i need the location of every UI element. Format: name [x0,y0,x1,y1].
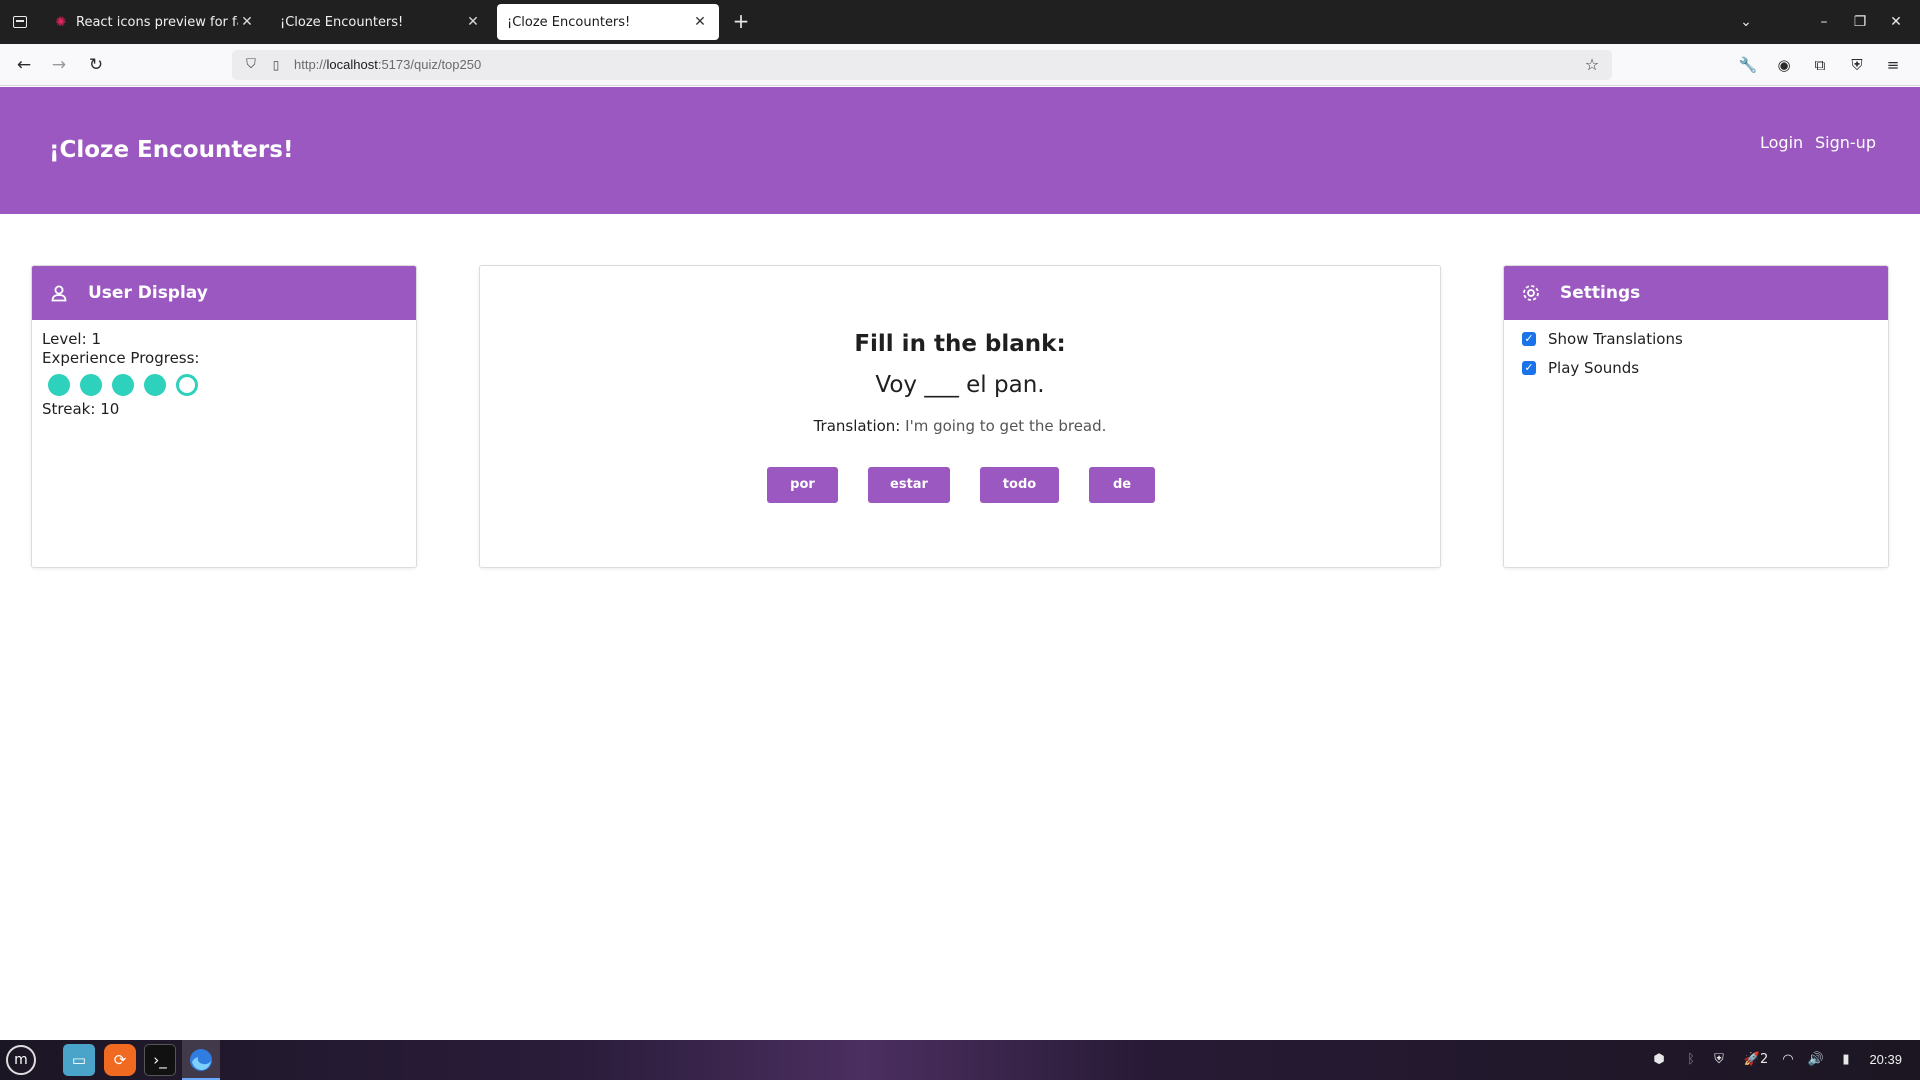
progress-dot-filled [48,374,70,396]
os-taskbar: m ▭ ⟳ ›_ ⬢ ᛒ ⛨ 🚀2 ◠ 🔊 ▮ 20:39 [0,1040,1920,1080]
quiz-card: Fill in the blank: Voy ___ el pan. Trans… [479,265,1441,568]
window-close-icon[interactable]: ✕ [1882,8,1910,36]
level-value: 1 [91,330,101,348]
quiz-title: Fill in the blank: [854,331,1066,357]
chevron-down-icon[interactable]: ⌄ [1732,8,1760,36]
app-header: ¡Cloze Encounters! Login Sign-up [0,87,1920,214]
progress-dot-filled [112,374,134,396]
clock[interactable]: 20:39 [1869,1050,1902,1070]
bitwarden-icon[interactable]: ⛨ [1845,53,1869,77]
terminal-icon[interactable]: ›_ [144,1044,176,1076]
restore-icon[interactable]: ❐ [1846,8,1874,36]
progress-label: Experience Progress: [42,349,200,367]
account-icon[interactable]: ◉ [1772,53,1796,77]
bookmark-star-icon[interactable]: ☆ [1582,55,1602,75]
translation-value: I'm going to get the bread. [905,417,1107,435]
progress-dot-filled [144,374,166,396]
quiz-translation: Translation: I'm going to get the bread. [480,417,1440,435]
translation-label: Translation: [813,417,901,435]
reload-icon[interactable]: ↻ [82,52,110,78]
close-icon[interactable]: ✕ [691,14,709,30]
browser-nav-bar: ← → ↻ ⛉ ▯ http://localhost:5173/quiz/top… [0,44,1920,86]
browser-tab-cloze-active[interactable]: ¡Cloze Encounters! ✕ [497,4,719,40]
bluetooth-icon[interactable]: ᛒ [1680,1050,1702,1070]
user-display-header: User Display [32,266,416,320]
files-icon[interactable]: ▭ [63,1044,95,1076]
browser-tab-cloze-1[interactable]: ¡Cloze Encounters! ✕ [270,4,492,40]
answer-button-de[interactable]: de [1089,467,1155,503]
streak-label: Streak: [42,400,96,418]
progress-dot-empty [176,374,198,396]
streak-row: Streak: 10 [42,400,406,419]
notification-count: 2 [1759,1052,1769,1067]
setting-label: Show Translations [1548,329,1683,348]
url-bar[interactable]: ⛉ ▯ http://localhost:5173/quiz/top250 ☆ [232,50,1612,80]
setting-label: Play Sounds [1548,358,1640,377]
answer-button-estar[interactable]: estar [868,467,950,503]
signup-link[interactable]: Sign-up [1815,133,1876,152]
gear-icon [1520,282,1542,304]
tab-title: React icons preview for fa [76,14,238,30]
volume-icon[interactable]: 🔊 [1805,1050,1827,1070]
react-icon: ✺ [55,14,67,30]
answer-button-por[interactable]: por [767,467,838,503]
user-display-panel: User Display Level: 1 Experience Progres… [31,265,417,568]
login-link[interactable]: Login [1760,133,1803,152]
notifications-tray[interactable]: 🚀2 [1738,1050,1774,1070]
close-icon[interactable]: ✕ [464,14,482,30]
brand-title[interactable]: ¡Cloze Encounters! [49,87,293,214]
mint-menu-icon[interactable]: m [6,1045,36,1075]
app-icon[interactable]: ⟳ [104,1044,136,1076]
menu-icon[interactable]: ≡ [1881,53,1905,77]
user-icon [48,282,70,304]
tab-title: ¡Cloze Encounters! [280,14,404,30]
battery-icon[interactable]: ▮ [1835,1050,1857,1070]
wifi-icon[interactable]: ◠ [1777,1050,1799,1070]
settings-panel: Settings ✓ Show Translations ✓ Play Soun… [1503,265,1889,568]
firefox-icon[interactable] [185,1044,217,1076]
tab-list-icon[interactable] [6,9,34,35]
new-tab-icon[interactable]: + [729,9,753,35]
tab-title: ¡Cloze Encounters! [507,14,631,30]
close-icon[interactable]: ✕ [238,14,256,30]
settings-title: Settings [1560,283,1641,303]
streak-value: 10 [100,400,120,418]
level-label: Level: [42,330,87,348]
shield-tray-icon[interactable]: ⛨ [1708,1050,1730,1070]
browser-tab-strip: ✺ React icons preview for fa ✕ ¡Cloze En… [0,0,1920,44]
extensions-icon[interactable]: ⧉ [1808,53,1832,77]
answer-button-todo[interactable]: todo [980,467,1059,503]
shield-icon[interactable]: ⛉ [242,56,260,74]
level-row: Level: 1 [42,330,406,349]
progress-dot-filled [80,374,102,396]
user-display-title: User Display [88,283,208,303]
box-icon[interactable]: ⬢ [1648,1050,1670,1070]
experience-progress [48,374,406,396]
play-sounds-checkbox[interactable]: ✓ [1522,360,1536,375]
browser-tab-react-icons[interactable]: ✺ React icons preview for fa ✕ [44,4,266,40]
quiz-sentence: Voy ___ el pan. [875,372,1045,398]
url-text[interactable]: http://localhost:5173/quiz/top250 [294,56,481,74]
show-translations-checkbox[interactable]: ✓ [1522,331,1536,346]
setting-show-translations[interactable]: ✓ Show Translations [1514,324,1878,353]
minimize-icon[interactable]: – [1810,8,1838,36]
wrench-icon[interactable]: 🔧 [1736,53,1760,77]
settings-header: Settings [1504,266,1888,320]
page-icon[interactable]: ▯ [268,56,284,74]
forward-arrow-icon[interactable]: → [45,52,73,78]
back-arrow-icon[interactable]: ← [10,52,38,78]
setting-play-sounds[interactable]: ✓ Play Sounds [1514,353,1878,382]
